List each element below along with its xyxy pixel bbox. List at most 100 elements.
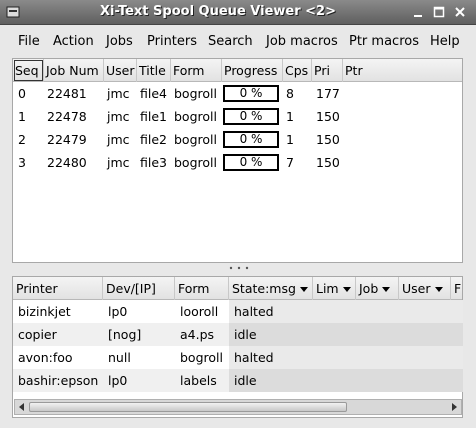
menu-file[interactable]: File (18, 34, 40, 49)
printer-row[interactable]: avon:foo null bogroll halted (13, 346, 463, 369)
job-num: 22481 (47, 86, 87, 101)
job-num: 22479 (47, 132, 87, 147)
job-seq: 3 (18, 155, 26, 170)
menu-ptr-macros[interactable]: Ptr macros (349, 34, 419, 49)
job-seq: 0 (18, 86, 26, 101)
col-printer-form[interactable]: Form (175, 277, 229, 300)
printer-name: avon:foo (18, 350, 73, 365)
maximize-icon[interactable] (431, 4, 447, 20)
job-row[interactable]: 0 22481 jmc file4 bogroll 0 % 8 177 (13, 82, 462, 105)
printer-state: halted (234, 350, 274, 365)
job-pri: 150 (316, 155, 340, 170)
job-form: bogroll (174, 109, 217, 124)
printer-table: Printer Dev/[IP] Form State:msg Lim Job … (12, 276, 463, 418)
job-pri: 150 (316, 109, 340, 124)
printer-dev: null (108, 350, 131, 365)
printer-form: a4.ps (180, 327, 215, 342)
col-lim[interactable]: Lim (313, 277, 356, 300)
dropdown-arrow-icon (342, 287, 351, 292)
job-user: jmc (107, 155, 130, 170)
job-progress-bar: 0 % (223, 154, 279, 171)
printer-row[interactable]: copier [nog] a4.ps idle (13, 323, 463, 346)
job-num: 22480 (47, 155, 87, 170)
col-state-msg-label: State:msg (232, 281, 296, 296)
col-user[interactable]: User (104, 59, 137, 82)
printer-form: labels (180, 373, 217, 388)
printer-name: copier (18, 327, 57, 342)
dropdown-arrow-icon (299, 287, 308, 292)
job-user: jmc (107, 86, 130, 101)
col-pri[interactable]: Pri (312, 59, 343, 82)
state-cell-bg (229, 369, 463, 392)
job-num: 22478 (47, 109, 87, 124)
job-table-header: Seq Job Num User Title Form Progress Cps… (13, 59, 462, 82)
printer-state: idle (234, 373, 257, 388)
printer-dev: lp0 (108, 304, 128, 319)
col-state-msg[interactable]: State:msg (229, 277, 313, 300)
job-row[interactable]: 1 22478 jmc file1 bogroll 0 % 1 150 (13, 105, 462, 128)
printer-form: bogroll (180, 350, 223, 365)
job-progress-bar: 0 % (223, 108, 279, 125)
pane-splitter-handle[interactable] (227, 265, 251, 271)
scroll-right-icon[interactable] (449, 402, 459, 412)
menu-job-macros[interactable]: Job macros (266, 34, 338, 49)
app-icon[interactable] (5, 4, 21, 20)
col-printer-user-label: User (402, 281, 431, 296)
job-pri: 150 (316, 132, 340, 147)
window-title: Xi-Text Spool Queue Viewer <2> (100, 4, 336, 19)
job-queue-table: Seq Job Num User Title Form Progress Cps… (12, 58, 463, 263)
job-title: file3 (140, 155, 167, 170)
menu-printers[interactable]: Printers (147, 34, 197, 49)
scrollbar-thumb[interactable] (29, 402, 347, 412)
minimize-icon[interactable] (410, 4, 426, 20)
printer-form: looroll (180, 304, 219, 319)
menu-jobs[interactable]: Jobs (106, 34, 133, 49)
col-progress[interactable]: Progress (222, 59, 283, 82)
menu-help[interactable]: Help (430, 34, 460, 49)
job-title: file4 (140, 86, 167, 101)
job-pri: 177 (316, 86, 340, 101)
job-seq: 1 (18, 109, 26, 124)
col-job[interactable]: Job (356, 277, 399, 300)
job-form: bogroll (174, 86, 217, 101)
job-form: bogroll (174, 155, 217, 170)
job-cps: 7 (286, 155, 294, 170)
menu-search[interactable]: Search (208, 34, 253, 49)
title-bar: Xi-Text Spool Queue Viewer <2> (0, 0, 476, 25)
printer-row[interactable]: bashir:epson lp0 labels idle (13, 369, 463, 392)
scroll-left-icon[interactable] (17, 402, 27, 412)
col-cps[interactable]: Cps (283, 59, 312, 82)
col-seq[interactable]: Seq (13, 59, 44, 82)
job-form: bogroll (174, 132, 217, 147)
col-title[interactable]: Title (137, 59, 171, 82)
col-f[interactable]: F (451, 277, 464, 300)
job-progress-bar: 0 % (223, 131, 279, 148)
col-dev-ip[interactable]: Dev/[IP] (103, 277, 175, 300)
printer-table-header: Printer Dev/[IP] Form State:msg Lim Job … (13, 277, 462, 300)
col-job-num[interactable]: Job Num (44, 59, 104, 82)
col-ptr[interactable]: Ptr (343, 59, 464, 82)
job-ptr (344, 105, 346, 128)
dropdown-arrow-icon (382, 287, 391, 292)
printer-row[interactable]: bizinkjet lp0 looroll halted (13, 300, 463, 323)
printer-name: bashir:epson (18, 373, 99, 388)
col-form[interactable]: Form (171, 59, 222, 82)
printer-dev: [nog] (108, 327, 142, 342)
job-row[interactable]: 2 22479 jmc file2 bogroll 0 % 1 150 (13, 128, 462, 151)
job-cps: 1 (286, 109, 294, 124)
col-lim-label: Lim (316, 281, 339, 296)
printer-dev: lp0 (108, 373, 128, 388)
job-title: file1 (140, 109, 167, 124)
job-user: jmc (107, 132, 130, 147)
job-ptr (344, 128, 346, 151)
horizontal-scrollbar[interactable] (14, 399, 462, 415)
printer-state: idle (234, 327, 257, 342)
menu-action[interactable]: Action (53, 34, 94, 49)
job-row[interactable]: 3 22480 jmc file3 bogroll 0 % 7 150 (13, 151, 462, 174)
printer-state: halted (234, 304, 274, 319)
job-title: file2 (140, 132, 167, 147)
close-icon[interactable] (452, 4, 468, 20)
col-printer-user[interactable]: User (399, 277, 451, 300)
col-printer[interactable]: Printer (13, 277, 103, 300)
col-job-label: Job (359, 281, 379, 296)
